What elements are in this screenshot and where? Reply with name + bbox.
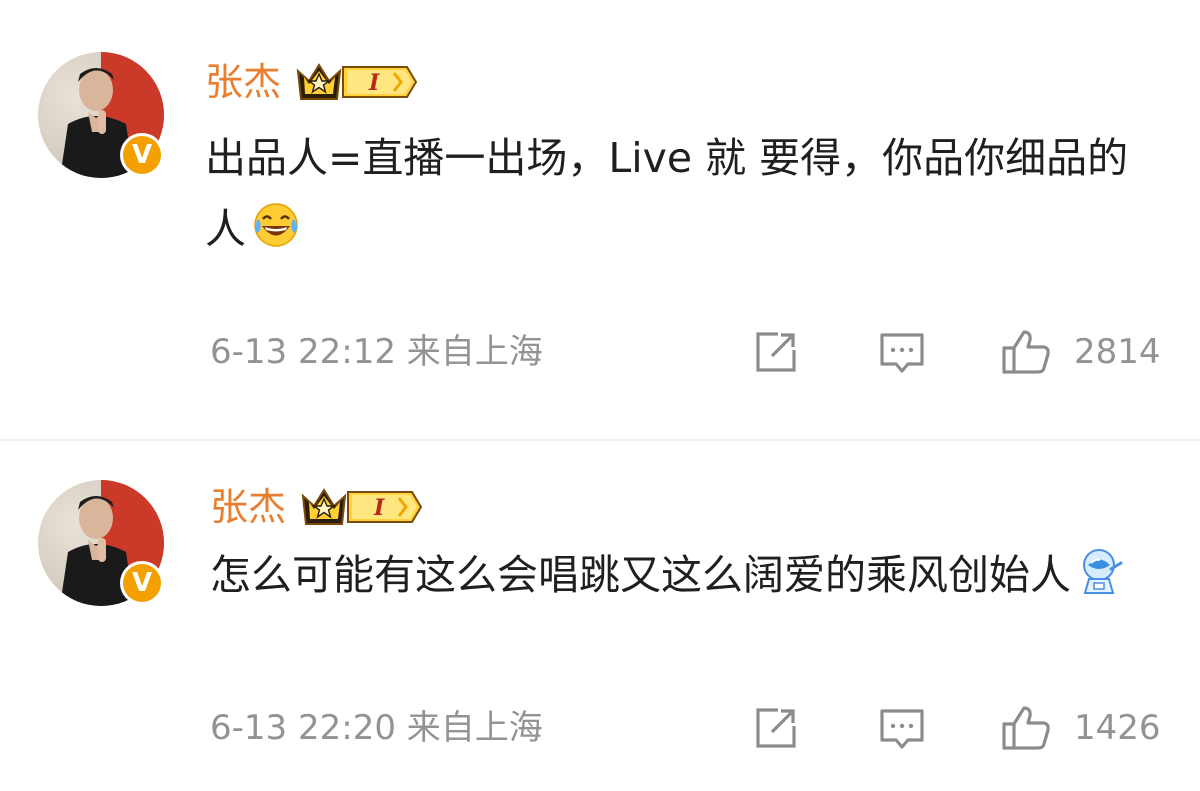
svg-text:I: I bbox=[373, 495, 385, 521]
comment-text-body: 出品人=直播一出场，Live 就 要得，你品你细品的人 bbox=[205, 134, 1129, 253]
comment-text: 出品人=直播一出场，Live 就 要得，你品你细品的人 bbox=[205, 123, 1155, 273]
comment-item: V 张杰 I 出品人=直播一出场，Live 就 要得，你品你细品的人 6-13 … bbox=[0, 0, 1200, 440]
repost-button[interactable] bbox=[752, 703, 800, 753]
like-button[interactable]: 2814 bbox=[1000, 327, 1161, 377]
like-button[interactable]: 1426 bbox=[1000, 703, 1161, 753]
comment-item: V 张杰 I 怎么可能有这么会唱跳又这么阔爱的乘风创始人 6-13 22:20 … bbox=[0, 441, 1200, 791]
comment-feed: V 张杰 I 出品人=直播一出场，Live 就 要得，你品你细品的人 6-13 … bbox=[0, 0, 1200, 791]
like-count: 1426 bbox=[1074, 708, 1161, 748]
astronaut-emoji-icon bbox=[1075, 545, 1127, 619]
username[interactable]: 张杰 bbox=[205, 58, 281, 106]
username[interactable]: 张杰 bbox=[210, 483, 286, 531]
verified-badge-icon: V bbox=[120, 561, 164, 605]
reply-button[interactable] bbox=[878, 703, 926, 753]
timestamp: 6-13 22:12 来自上海 bbox=[210, 332, 543, 372]
thumbs-up-icon bbox=[1002, 330, 1050, 374]
vip-crown-badge-icon[interactable]: I bbox=[295, 59, 418, 105]
comment-icon bbox=[880, 333, 924, 373]
author-row: 张杰 I bbox=[210, 483, 423, 531]
share-icon bbox=[756, 708, 796, 748]
author-row: 张杰 I bbox=[205, 58, 418, 106]
verified-badge-icon: V bbox=[120, 133, 164, 177]
like-count: 2814 bbox=[1074, 332, 1161, 372]
repost-button[interactable] bbox=[752, 327, 800, 377]
share-icon bbox=[756, 332, 796, 372]
comment-icon bbox=[880, 709, 924, 749]
comment-text: 怎么可能有这么会唱跳又这么阔爱的乘风创始人 bbox=[210, 540, 1160, 619]
timestamp: 6-13 22:20 来自上海 bbox=[210, 708, 543, 748]
comment-meta: 6-13 22:20 来自上海 1426 bbox=[0, 703, 1200, 753]
vip-crown-badge-icon[interactable]: I bbox=[300, 484, 423, 530]
comment-meta: 6-13 22:12 来自上海 2814 bbox=[0, 327, 1200, 377]
svg-text:I: I bbox=[368, 70, 380, 96]
comment-text-body: 怎么可能有这么会唱跳又这么阔爱的乘风创始人 bbox=[210, 551, 1071, 599]
reply-button[interactable] bbox=[878, 327, 926, 377]
thumbs-up-icon bbox=[1002, 706, 1050, 750]
laugh-cry-emoji-icon bbox=[250, 199, 302, 273]
